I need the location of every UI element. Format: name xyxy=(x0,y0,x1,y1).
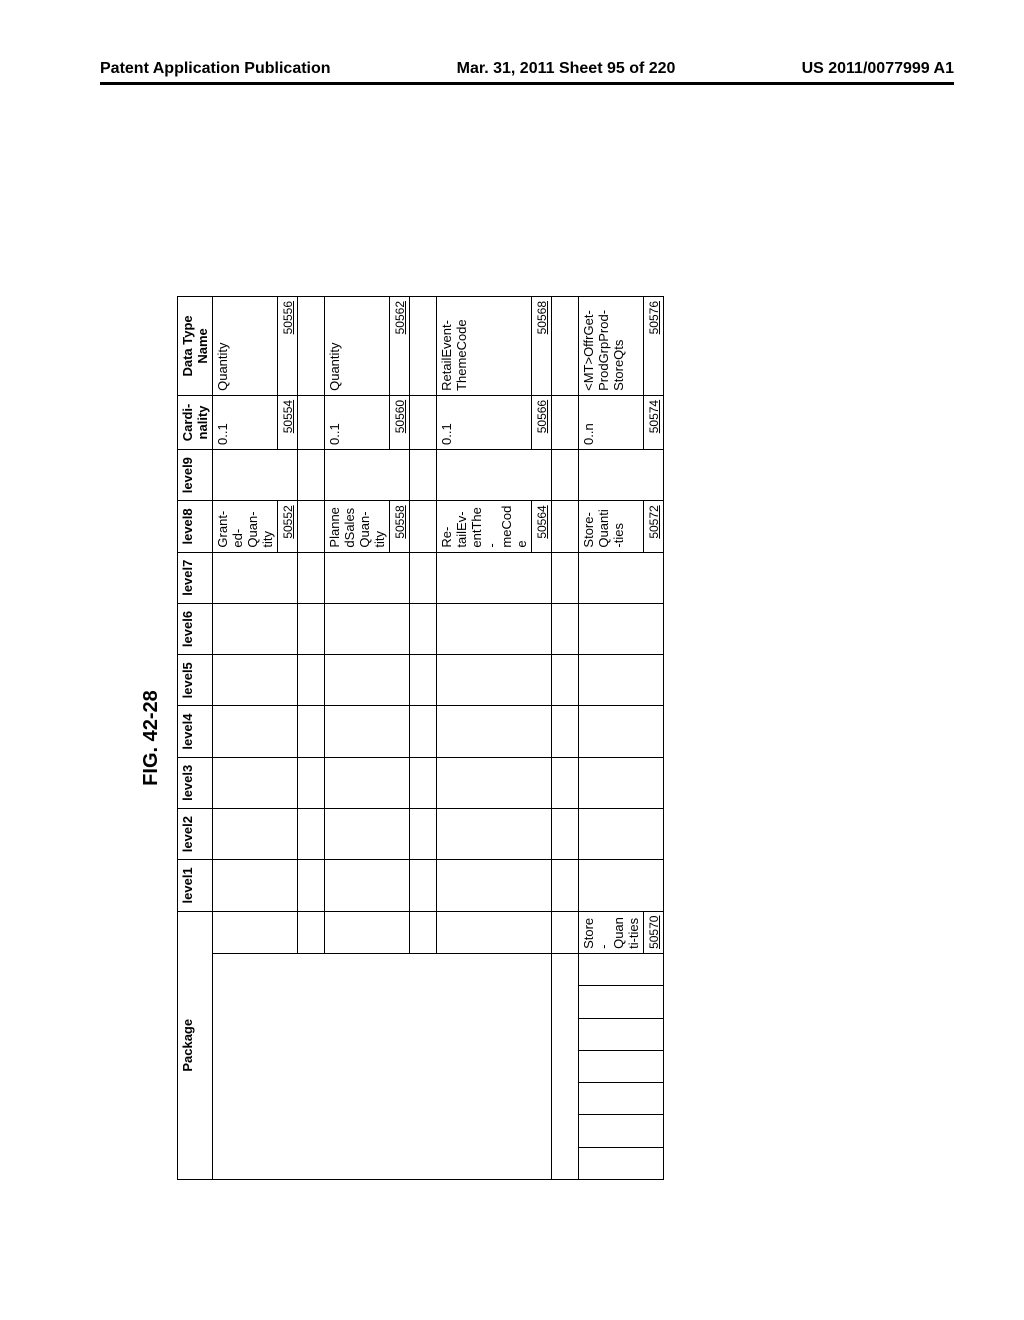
page-header: Patent Application Publication Mar. 31, … xyxy=(100,60,954,85)
col-l8: level8 xyxy=(178,501,213,552)
cell-card: 0..n xyxy=(579,395,644,449)
cell-dtype: <MT>OffrGet-ProdGrpProd-StoreQts xyxy=(579,297,644,396)
cell-l8: Re-tailEv-entThe-meCode xyxy=(437,501,532,552)
spacer-row xyxy=(552,297,579,1180)
patent-page: Patent Application Publication Mar. 31, … xyxy=(0,0,1024,1320)
header-right: US 2011/0077999 A1 xyxy=(802,60,954,78)
ref-number: 50554 xyxy=(281,400,295,433)
col-l1: level1 xyxy=(178,860,213,911)
cell-l8: Grant-ed-Quan-tity xyxy=(213,501,278,552)
cell-l8: PlannedSalesQuan-tity xyxy=(325,501,390,552)
cell-dtype: Quantity xyxy=(213,297,278,396)
cell-card: 0..1 xyxy=(325,395,390,449)
cell-dtype: Quantity xyxy=(325,297,390,396)
table-header-row: Package level1 level2 level3 level4 leve… xyxy=(178,297,213,1180)
col-l7: level7 xyxy=(178,552,213,603)
header-mid: Mar. 31, 2011 Sheet 95 of 220 xyxy=(457,60,676,78)
header-left: Patent Application Publication xyxy=(100,60,331,78)
col-card: Cardi-nality xyxy=(178,395,213,449)
ref-number: 50568 xyxy=(535,301,549,334)
figure-body: FIG. 42-28 Package level1 level2 level3 … xyxy=(140,296,664,1180)
cell-l8: Store-Quanti-ties xyxy=(579,501,644,552)
ref-number: 50552 xyxy=(281,505,295,538)
cell-card: 0..1 xyxy=(437,395,532,449)
col-l5: level5 xyxy=(178,655,213,706)
ref-number: 50564 xyxy=(535,505,549,538)
figure-label: FIG. 42-28 xyxy=(140,296,163,1180)
col-l4: level4 xyxy=(178,706,213,757)
table-body: Grant-ed-Quan-tity 0..1 Quantity 50552 5… xyxy=(213,297,664,1180)
ref-number: 50574 xyxy=(647,400,661,433)
col-l9: level9 xyxy=(178,450,213,501)
ref-number: 50556 xyxy=(281,301,295,334)
cell-pkg-sub: Store-Quanti-ties xyxy=(579,911,644,953)
ref-number: 50576 xyxy=(647,301,661,334)
ref-number: 50560 xyxy=(393,400,407,433)
ref-number: 50566 xyxy=(535,400,549,433)
cell-dtype: RetailEvent-ThemeCode xyxy=(437,297,532,396)
ref-number: 50562 xyxy=(393,301,407,334)
col-l6: level6 xyxy=(178,603,213,654)
schema-table: Package level1 level2 level3 level4 leve… xyxy=(177,296,664,1180)
cell-card: 0..1 xyxy=(213,395,278,449)
col-l3: level3 xyxy=(178,757,213,808)
col-package: Package xyxy=(178,911,213,1179)
table-row: Store-Quanti-ties Store-Quanti-ties 0..n… xyxy=(579,297,644,1180)
col-l2: level2 xyxy=(178,808,213,859)
table-row: Grant-ed-Quan-tity 0..1 Quantity xyxy=(213,297,278,1180)
ref-number: 50558 xyxy=(393,505,407,538)
ref-number: 50570 xyxy=(647,916,661,949)
col-dtype: Data Type Name xyxy=(178,297,213,396)
ref-number: 50572 xyxy=(647,505,661,538)
